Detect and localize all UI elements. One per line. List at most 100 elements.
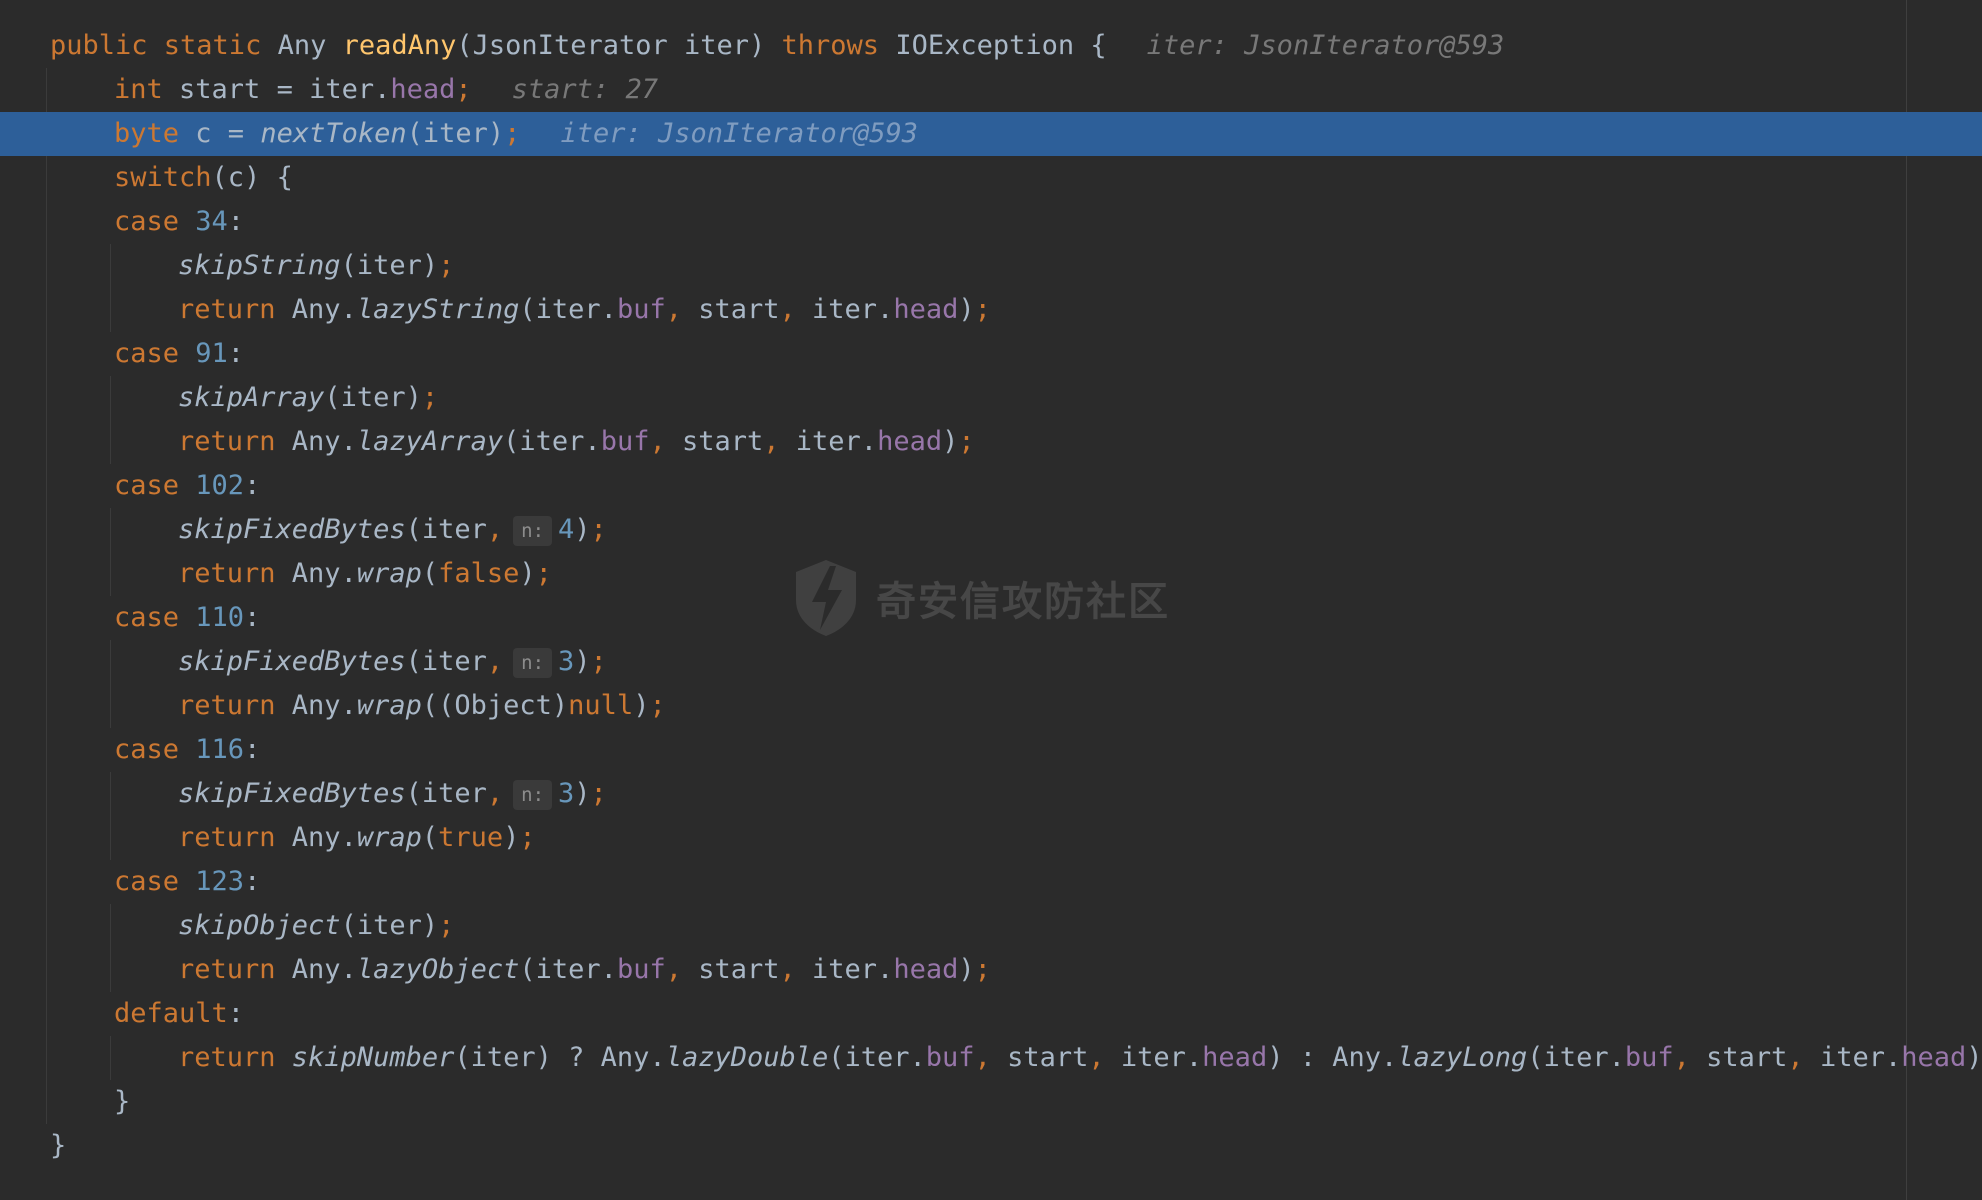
code-text: public static Any readAny(JsonIterator i… (50, 24, 1504, 68)
code-token: head (893, 954, 959, 985)
code-line[interactable]: switch(c) { (0, 156, 1982, 200)
code-token: ; (535, 558, 552, 589)
code-line[interactable]: case 91: (0, 332, 1982, 376)
code-token: ; (974, 294, 991, 325)
code-line[interactable]: skipObject(iter); (0, 904, 1982, 948)
code-line[interactable]: int start = iter.head; start: 27 (0, 68, 1982, 112)
code-token: , (486, 778, 504, 809)
code-token: (iter. (503, 426, 601, 457)
code-token: : (244, 602, 261, 633)
code-token: (iter) (340, 910, 439, 941)
code-token: null (568, 690, 634, 721)
code-token: ) (519, 558, 536, 589)
code-token: , (779, 954, 813, 985)
parameter-name-hint: n: (513, 647, 553, 678)
code-text: return Any.lazyObject(iter.buf, start, i… (178, 948, 991, 992)
code-line[interactable]: case 102: (0, 464, 1982, 508)
code-token: skipArray (178, 382, 325, 413)
code-token: (iter. (519, 294, 617, 325)
code-token: return (178, 954, 292, 985)
code-token: (iter) ? Any. (454, 1042, 666, 1073)
code-token: buf (616, 954, 666, 985)
current-execution-line[interactable]: byte c = nextToken(iter); iter: JsonItera… (0, 112, 1982, 156)
code-text: byte c = nextToken(iter); iter: JsonItera… (114, 112, 918, 156)
code-token: iter. (812, 954, 894, 985)
code-token: (iter. (519, 954, 617, 985)
code-token: ; (455, 74, 472, 105)
code-line[interactable]: skipFixedBytes(iter, n: 4); (0, 508, 1982, 552)
code-line[interactable]: return Any.wrap(true); (0, 816, 1982, 860)
code-token: case (114, 206, 196, 237)
code-token: head (893, 294, 959, 325)
code-token: ) (503, 822, 520, 853)
code-token: ; (438, 910, 455, 941)
code-token: ; (649, 690, 666, 721)
code-editor[interactable]: public static Any readAny(JsonIterator i… (0, 0, 1982, 1200)
code-token: 3 (558, 778, 575, 809)
code-text: switch(c) { (114, 156, 293, 200)
code-token: Any. (291, 558, 357, 589)
code-token: c = (195, 118, 261, 149)
code-token: ) (958, 294, 975, 325)
code-line[interactable]: case 123: (0, 860, 1982, 904)
code-line[interactable]: skipFixedBytes(iter, n: 3); (0, 640, 1982, 684)
code-token: Any. (291, 294, 357, 325)
code-line[interactable]: } (0, 1080, 1982, 1124)
code-line[interactable]: skipFixedBytes(iter, n: 3); (0, 772, 1982, 816)
watermark: 奇安信攻防社区 (790, 556, 1170, 640)
code-token: 116 (195, 734, 245, 765)
code-token: (iter) (340, 250, 439, 281)
code-line[interactable]: } (0, 1124, 1982, 1168)
code-line[interactable]: case 116: (0, 728, 1982, 772)
code-token: (iter) (406, 118, 505, 149)
code-line[interactable]: skipString(iter); (0, 244, 1982, 288)
code-line[interactable]: return Any.lazyArray(iter.buf, start, it… (0, 420, 1982, 464)
code-line[interactable]: return Any.lazyObject(iter.buf, start, i… (0, 948, 1982, 992)
code-token: start = iter. (179, 74, 391, 105)
code-token: start (698, 954, 780, 985)
code-token: , (649, 426, 682, 457)
code-line[interactable]: return skipNumber(iter) ? Any.lazyDouble… (0, 1036, 1982, 1080)
code-token: default (114, 998, 228, 1029)
code-line[interactable]: public static Any readAny(JsonIterator i… (0, 24, 1982, 68)
code-token: skipFixedBytes (178, 514, 406, 545)
code-token: switch (114, 162, 212, 193)
code-token: Any. (291, 822, 357, 853)
code-token: ( (421, 822, 439, 853)
code-token: : (244, 470, 261, 501)
code-text: return Any.lazyString(iter.buf, start, i… (178, 288, 991, 332)
code-text: return skipNumber(iter) ? Any.lazyDouble… (178, 1036, 1982, 1080)
code-token: wrap (356, 558, 422, 589)
code-token: lazyLong (1397, 1042, 1528, 1073)
code-token: , (1787, 1042, 1820, 1073)
code-token: lazyArray (356, 426, 504, 457)
code-token: iter. (1819, 1042, 1902, 1073)
code-token: ) (574, 514, 591, 545)
code-token: 3 (558, 646, 575, 677)
code-token: ( (421, 558, 439, 589)
code-token: } (114, 1086, 131, 1117)
code-text: return Any.wrap(false); (178, 552, 552, 596)
code-line[interactable]: return Any.wrap((Object)null); (0, 684, 1982, 728)
code-line[interactable]: case 34: (0, 200, 1982, 244)
code-text: skipFixedBytes(iter, n: 4); (178, 508, 607, 552)
code-line[interactable]: skipArray(iter); (0, 376, 1982, 420)
code-text: return Any.wrap(true); (178, 816, 536, 860)
code-token: nextToken (260, 118, 407, 149)
code-token: (c) { (211, 162, 293, 193)
code-line[interactable]: return Any.lazyString(iter.buf, start, i… (0, 288, 1982, 332)
code-token: buf (616, 294, 666, 325)
code-token: return (178, 294, 292, 325)
code-token: buf (1624, 1042, 1674, 1073)
code-text: default: (114, 992, 244, 1036)
code-line[interactable]: default: (0, 992, 1982, 1036)
code-token: skipFixedBytes (178, 646, 406, 677)
code-token: lazyObject (356, 954, 520, 985)
code-token: ((Object) (421, 690, 569, 721)
code-token: case (114, 602, 196, 633)
code-token: : (244, 866, 261, 897)
code-token: : (244, 734, 261, 765)
code-token: return (178, 690, 292, 721)
code-token: ) (633, 690, 650, 721)
code-token: return (178, 822, 292, 853)
